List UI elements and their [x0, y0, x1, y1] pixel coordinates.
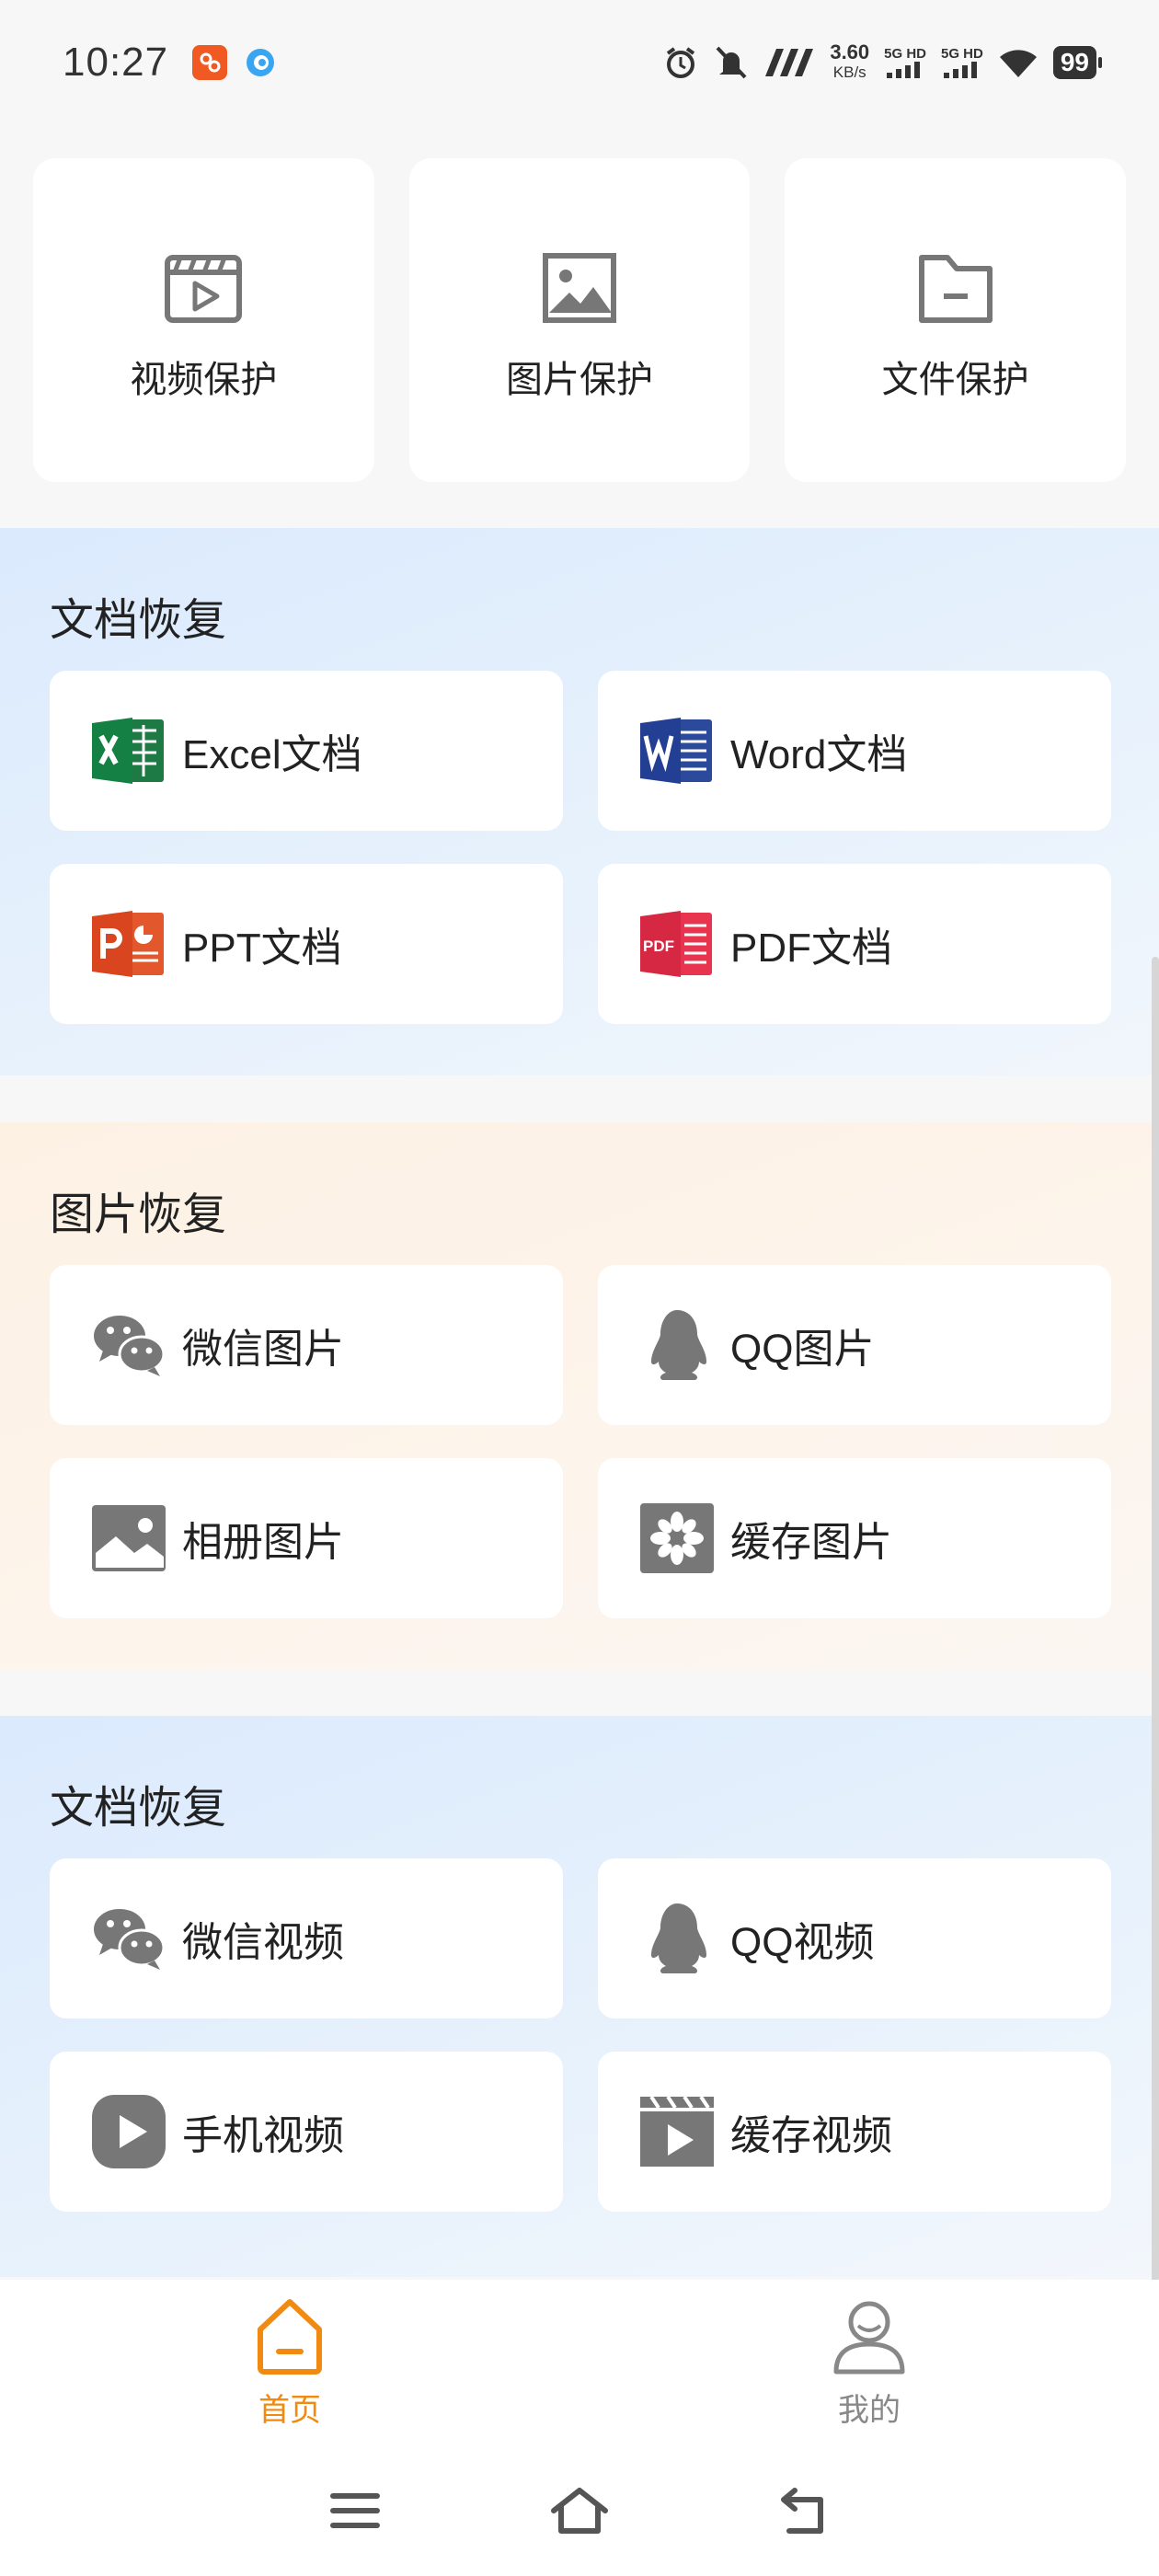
file-protection-label: 文件保护: [881, 360, 1029, 400]
image-recovery-section: 图片恢复 微信图片 QQ图片 相册图片 缓存图片: [0, 1122, 1159, 1670]
video-file-icon: [165, 255, 243, 323]
section-title: 文档恢复: [50, 596, 227, 645]
menu-icon[interactable]: [326, 2481, 384, 2540]
section-title: 文档恢复: [50, 1784, 227, 1833]
nav-mine[interactable]: 我的: [580, 2280, 1159, 2445]
album-image-label: 相册图片: [182, 1520, 344, 1565]
sim1-label: 5G HD: [884, 46, 926, 62]
system-home-icon[interactable]: [550, 2481, 609, 2540]
ppt-icon: [92, 911, 164, 977]
cache-video-label: 缓存视频: [730, 2113, 892, 2158]
signal-strength-icon: [765, 48, 814, 76]
play-icon: [92, 2095, 166, 2168]
app-notification-icon: [192, 44, 228, 80]
document-recovery-section: 文档恢复 Excel文档 Word文档 PPT文档 PDF PDF文档: [0, 528, 1159, 1075]
pdf-recovery-label: PDF文档: [730, 926, 892, 971]
wechat-icon: [94, 1316, 166, 1376]
image-protection-card[interactable]: 图片保护: [408, 158, 751, 482]
wechat-video-label: 微信视频: [182, 1920, 344, 1965]
image-icon: [543, 253, 616, 323]
cache-video-icon: [640, 2095, 714, 2167]
video-recovery-section: 文档恢复 微信视频 QQ视频 手机视频 缓存视频: [0, 1716, 1159, 2277]
cache-image-item[interactable]: 缓存图片: [598, 1458, 1111, 1618]
excel-icon: [92, 718, 164, 784]
status-time: 10:27: [63, 39, 169, 85]
qq-icon: [651, 1310, 706, 1380]
nav-home-label: 首页: [258, 2392, 321, 2428]
ppt-recovery-label: PPT文档: [182, 926, 342, 971]
browser-notification-icon: [247, 48, 275, 76]
folder-icon: [918, 255, 993, 323]
qq-video-label: QQ视频: [730, 1920, 875, 1965]
scrollbar[interactable]: [1152, 957, 1159, 2282]
user-icon: [833, 2301, 905, 2374]
sim1-signal-icon: [887, 62, 921, 78]
pdf-recovery-item[interactable]: PDF PDF文档: [598, 864, 1111, 1024]
pdf-icon: PDF: [640, 911, 712, 977]
qq-icon: [651, 1903, 706, 1973]
alarm-icon: [667, 46, 695, 78]
protection-row: 视频保护 图片保护 文件保护: [33, 158, 1127, 482]
cache-image-icon: [640, 1503, 714, 1573]
wechat-icon: [94, 1909, 166, 1970]
album-icon: [92, 1505, 166, 1571]
system-navigation-bar: [0, 2445, 1159, 2576]
qq-image-item[interactable]: QQ图片: [598, 1265, 1111, 1425]
section-title: 图片恢复: [50, 1190, 227, 1239]
wechat-image-label: 微信图片: [182, 1327, 344, 1372]
cache-image-label: 缓存图片: [730, 1520, 892, 1565]
excel-recovery-item[interactable]: Excel文档: [50, 671, 563, 831]
net-speed-unit: KB/s: [832, 63, 866, 81]
nav-home[interactable]: 首页: [0, 2280, 580, 2445]
qq-image-label: QQ图片: [730, 1327, 875, 1372]
video-protection-label: 视频保护: [130, 360, 278, 400]
back-icon[interactable]: [775, 2481, 833, 2540]
word-recovery-item[interactable]: Word文档: [598, 671, 1111, 831]
home-icon: [258, 2298, 322, 2375]
status-bar: 10:27 3.60 KB/s 5G HD 5G HD 99: [0, 0, 1159, 124]
image-protection-label: 图片保护: [506, 360, 653, 400]
qq-video-item[interactable]: QQ视频: [598, 1858, 1111, 2018]
ppt-recovery-item[interactable]: PPT文档: [50, 864, 563, 1024]
excel-recovery-label: Excel文档: [182, 732, 362, 777]
svg-text:PDF: PDF: [643, 937, 674, 955]
word-recovery-label: Word文档: [730, 732, 908, 777]
cache-video-item[interactable]: 缓存视频: [598, 2052, 1111, 2212]
wifi-icon: [999, 49, 1037, 77]
bottom-nav: 首页 我的: [0, 2280, 1159, 2445]
word-icon: [640, 718, 712, 784]
phone-video-label: 手机视频: [182, 2113, 344, 2158]
nav-mine-label: 我的: [838, 2392, 901, 2428]
battery-indicator: 99: [1052, 45, 1103, 79]
sim2-label: 5G HD: [941, 46, 983, 62]
phone-video-item[interactable]: 手机视频: [50, 2052, 563, 2212]
wechat-image-item[interactable]: 微信图片: [50, 1265, 563, 1425]
mute-icon: [716, 46, 747, 78]
sim2-signal-icon: [943, 62, 977, 78]
wechat-video-item[interactable]: 微信视频: [50, 1858, 563, 2018]
file-protection-card[interactable]: 文件保护: [785, 158, 1127, 482]
video-protection-card[interactable]: 视频保护: [33, 158, 374, 482]
album-image-item[interactable]: 相册图片: [50, 1458, 563, 1618]
net-speed: 3.60: [830, 40, 870, 63]
